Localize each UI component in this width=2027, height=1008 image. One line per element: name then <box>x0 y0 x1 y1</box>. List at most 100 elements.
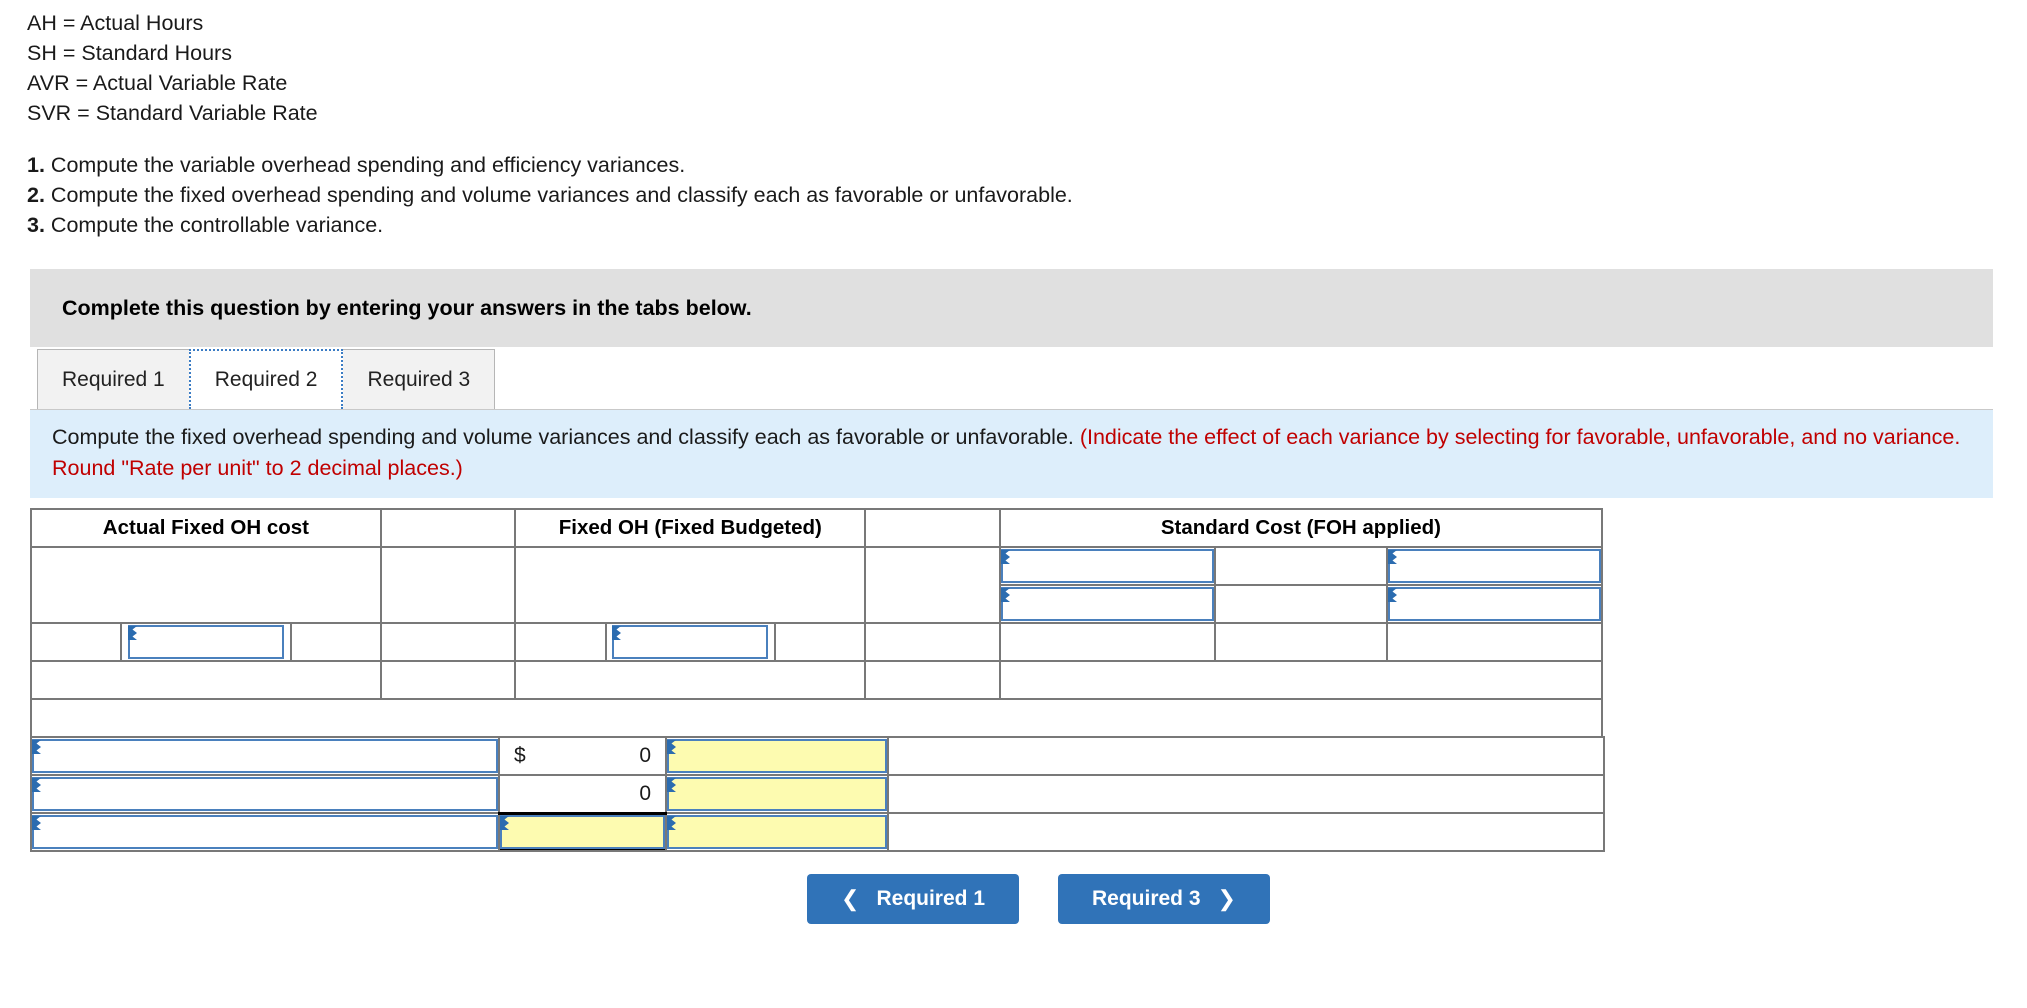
requirement-text: Compute the fixed overhead spending and … <box>44 183 1073 207</box>
spacer-cell-2 <box>864 546 1001 624</box>
complete-question-banner: Complete this question by entering your … <box>30 269 1993 347</box>
variance-table: Actual Fixed OH cost Fixed OH (Fixed Bud… <box>29 508 1604 738</box>
summary-effect-cell-1[interactable] <box>665 736 889 776</box>
next-required-button[interactable]: Required 3 ❯ <box>1058 874 1270 924</box>
currency-symbol: $ <box>514 744 526 767</box>
dropdown-triangle-icon <box>667 740 676 754</box>
summary-amount-cell-1[interactable]: $ 0 <box>498 736 667 776</box>
amount-value: 0 <box>639 781 651 805</box>
summary-effect-cell-3[interactable] <box>665 812 889 852</box>
variance-yellow-cell-right[interactable] <box>864 660 1001 700</box>
std-cost-dropdown-r2c1[interactable] <box>1000 587 1214 621</box>
dropdown-triangle-icon <box>32 816 41 830</box>
variance-worksheet: Actual Fixed OH cost Fixed OH (Fixed Bud… <box>29 508 2027 852</box>
std-cost-cell-r2c2 <box>1214 584 1388 624</box>
summary-amount-cell-2[interactable]: 0 <box>498 774 667 814</box>
total-variance-label-dropdown[interactable] <box>32 815 498 849</box>
requirement-text: Compute the controllable variance. <box>44 213 384 237</box>
std-cost-dropdown-r2c3[interactable] <box>1387 587 1601 621</box>
spending-variance-label-dropdown[interactable] <box>32 739 498 773</box>
std-cost-cell-r1c3[interactable] <box>1385 546 1604 586</box>
requirement-item-2: 2. Compute the fixed overhead spending a… <box>27 180 2027 210</box>
header-actual-fixed-oh: Actual Fixed OH cost <box>30 508 382 548</box>
next-button-label: Required 3 <box>1092 887 1201 910</box>
abbreviation-legend: AH = Actual Hours SH = Standard Hours AV… <box>0 0 2027 128</box>
summary-row-3 <box>30 811 1605 852</box>
legend-line: SH = Standard Hours <box>27 41 232 65</box>
header-spacer-1 <box>379 508 517 548</box>
required-tabs: Required 1 Required 2 Required 3 <box>37 347 2027 409</box>
requirement-text: Compute the variable overhead spending a… <box>44 153 686 177</box>
dropdown-triangle-icon <box>127 626 137 640</box>
fixed-oh-input-cell[interactable] <box>604 622 777 662</box>
summary-amount-2: 0 <box>500 776 665 812</box>
std-cost-cell-r1c2 <box>1214 546 1388 586</box>
fixed-oh-dropdown[interactable] <box>612 625 769 659</box>
actual-fixed-oh-input-cell[interactable] <box>120 622 292 662</box>
prev-required-button[interactable]: ❮ Required 1 <box>807 874 1019 924</box>
tab-required-2[interactable]: Required 2 <box>188 349 344 409</box>
amount-value: 0 <box>639 744 651 767</box>
table-row <box>30 546 1604 624</box>
fixed-oh-post-cell <box>774 622 867 662</box>
spending-variance-effect-dropdown[interactable] <box>667 739 887 773</box>
total-variance-amount-dropdown[interactable] <box>500 815 665 850</box>
fixed-oh-blank-area <box>514 546 867 624</box>
summary-effect-cell-2[interactable] <box>665 774 889 814</box>
navigation-buttons: ❮ Required 1 Required 3 ❯ <box>0 874 2027 924</box>
std-cost-dropdown-r1c3[interactable] <box>1387 549 1601 583</box>
legend-line: SVR = Standard Variable Rate <box>27 101 318 125</box>
summary-row-1: $ 0 <box>30 736 1605 776</box>
summary-amount-1: $ 0 <box>500 738 665 774</box>
fixed-oh-pre-cell <box>514 622 607 662</box>
tab-label: Required 2 <box>214 368 318 391</box>
header-fixed-oh-budgeted: Fixed OH (Fixed Budgeted) <box>514 508 867 548</box>
dropdown-triangle-icon <box>667 778 676 792</box>
banner-text: Complete this question by entering your … <box>62 295 752 320</box>
header-spacer-2 <box>864 508 1001 548</box>
dropdown-triangle-icon <box>500 816 509 831</box>
requirement-number: 2. <box>27 183 45 207</box>
dropdown-triangle-icon <box>1000 588 1010 602</box>
instruction-panel: Compute the fixed overhead spending and … <box>30 410 1993 498</box>
volume-variance-label-dropdown[interactable] <box>32 777 498 811</box>
spacer-cell-4 <box>864 622 1001 662</box>
dropdown-triangle-icon <box>1387 550 1397 564</box>
dropdown-triangle-icon <box>667 816 676 830</box>
summary-row-2: 0 <box>30 774 1605 814</box>
tab-required-3[interactable]: Required 3 <box>342 349 496 409</box>
requirement-item-1: 1. Compute the variable overhead spendin… <box>27 150 2027 180</box>
summary-label-cell-1[interactable] <box>30 736 500 776</box>
requirement-item-3: 3. Compute the controllable variance. <box>27 210 2027 240</box>
legend-line: AH = Actual Hours <box>27 11 204 35</box>
summary-label-cell-2[interactable] <box>30 774 500 814</box>
std-cost-cell-r2c3[interactable] <box>1385 584 1604 624</box>
std-cost-cell-r3c3 <box>1385 622 1604 662</box>
std-cost-sum-cell <box>998 660 1604 700</box>
dropdown-triangle-icon <box>32 778 41 792</box>
std-cost-cell-r2c1[interactable] <box>998 584 1217 624</box>
volume-variance-effect-dropdown[interactable] <box>667 777 887 811</box>
chevron-left-icon: ❮ <box>841 886 860 911</box>
summary-amount-cell-3[interactable] <box>498 811 667 852</box>
summary-label-cell-3[interactable] <box>30 812 500 852</box>
tab-label: Required 3 <box>367 367 471 391</box>
actual-fixed-oh-sum-cell <box>30 660 382 700</box>
dropdown-triangle-icon <box>1000 550 1010 564</box>
requirement-number: 1. <box>27 153 45 177</box>
total-variance-effect-dropdown[interactable] <box>667 815 887 849</box>
actual-fixed-oh-post-cell <box>289 622 382 662</box>
std-cost-cell-r3c2 <box>1214 622 1388 662</box>
std-cost-cell-r1c1[interactable] <box>998 546 1217 586</box>
variance-summary-table: $ 0 0 <box>30 736 1605 852</box>
actual-fixed-oh-dropdown[interactable] <box>127 625 284 659</box>
table-row <box>30 660 1604 700</box>
std-cost-dropdown-r1c1[interactable] <box>1000 549 1214 583</box>
table-separator-row <box>30 698 1603 738</box>
actual-fixed-oh-pre-cell <box>29 622 123 662</box>
spacer-cell-1 <box>379 546 517 624</box>
variance-yellow-cell-left[interactable] <box>379 660 517 700</box>
actual-fixed-oh-blank-area <box>30 546 382 624</box>
std-cost-cell-r3c1 <box>998 622 1217 662</box>
tab-required-1[interactable]: Required 1 <box>37 349 190 409</box>
